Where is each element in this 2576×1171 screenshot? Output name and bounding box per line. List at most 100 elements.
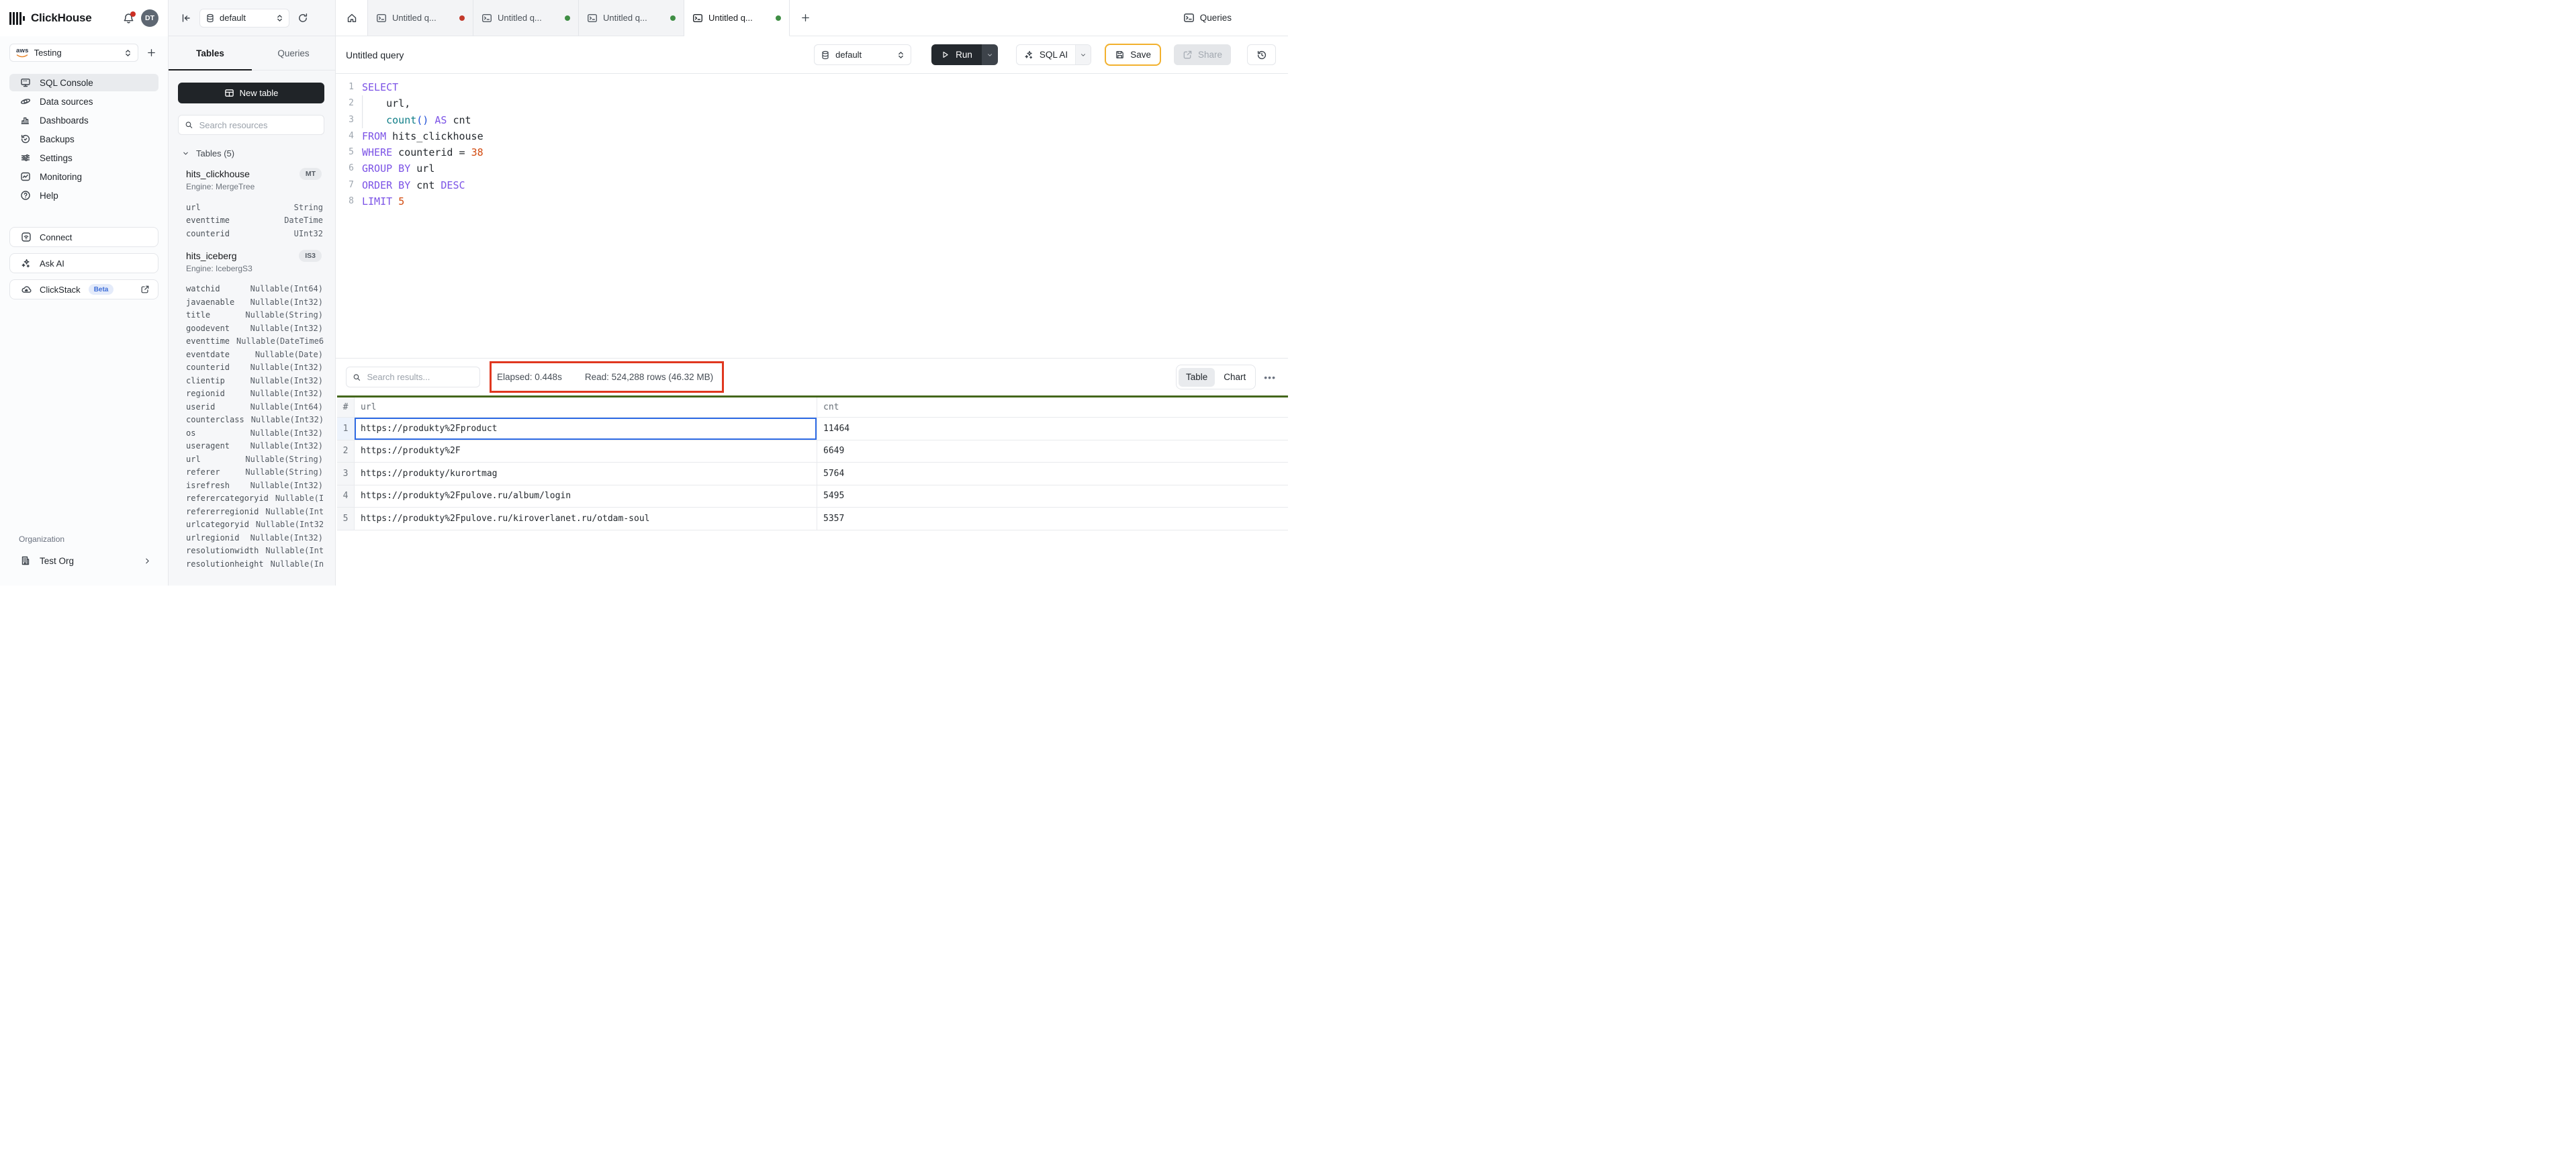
column-row[interactable]: useragentNullable(Int32): [178, 440, 324, 453]
cnt-cell[interactable]: 5357: [817, 508, 1288, 530]
column-row[interactable]: counteridUInt32: [178, 227, 324, 240]
column-row[interactable]: refererNullable(String): [178, 466, 324, 479]
column-row[interactable]: javaenableNullable(Int32): [178, 295, 324, 309]
cnt-column-header[interactable]: cnt: [817, 397, 1288, 417]
column-row[interactable]: watchidNullable(Int64): [178, 283, 324, 296]
run-options-button[interactable]: [982, 44, 998, 65]
workspace-selector[interactable]: aws Testing: [9, 44, 138, 62]
sql-ai-button[interactable]: SQL AI: [1016, 44, 1091, 65]
query-tab[interactable]: Untitled q...: [579, 0, 684, 36]
sidebar-item-help[interactable]: Help: [9, 187, 158, 204]
resource-search[interactable]: [178, 115, 324, 135]
clickstack-button[interactable]: ClickStack Beta: [9, 279, 158, 299]
sidebar-item-backups[interactable]: Backups: [9, 130, 158, 148]
column-row[interactable]: urlNullable(String): [178, 453, 324, 466]
url-column-header[interactable]: url: [355, 397, 817, 417]
column-row[interactable]: referercategoryidNullable(I: [178, 492, 324, 506]
url-cell[interactable]: https://produkty%2Fproduct: [355, 418, 817, 440]
tab-tables[interactable]: Tables: [169, 36, 252, 70]
cnt-cell[interactable]: 11464: [817, 418, 1288, 440]
sidebar-item-sql-console[interactable]: SQL Console: [9, 74, 158, 91]
cnt-cell[interactable]: 5495: [817, 485, 1288, 508]
table-row[interactable]: hits_iceberg IS3: [178, 250, 324, 262]
index-column-header[interactable]: #: [337, 397, 355, 417]
code-line[interactable]: 7ORDER BY cnt DESC: [342, 177, 1288, 193]
column-row[interactable]: eventtimeDateTime: [178, 214, 324, 228]
more-options-button[interactable]: •••: [1264, 372, 1276, 383]
column-row[interactable]: resolutionwidthNullable(Int: [178, 545, 324, 558]
new-table-button[interactable]: New table: [178, 83, 324, 103]
column-row[interactable]: eventdateNullable(Date): [178, 348, 324, 361]
notifications-button[interactable]: [123, 13, 134, 24]
table-entry-hits-iceberg: hits_iceberg IS3 Engine: IcebergS3 watch…: [178, 250, 324, 571]
sql-editor[interactable]: 1SELECT2 url,3 count() AS cnt4FROM hits_…: [336, 74, 1288, 358]
query-history-button[interactable]: [1247, 44, 1276, 65]
results-search[interactable]: [346, 367, 480, 387]
column-row[interactable]: resolutionheightNullable(In: [178, 557, 324, 571]
connect-button[interactable]: Connect: [9, 227, 158, 247]
query-title[interactable]: Untitled query: [346, 50, 404, 60]
tables-section-header[interactable]: Tables (5): [178, 148, 324, 158]
column-row[interactable]: counteridNullable(Int32): [178, 361, 324, 375]
code-line[interactable]: 1SELECT: [342, 79, 1288, 95]
sql-ai-options-button[interactable]: [1075, 45, 1091, 64]
column-row[interactable]: refererregionidNullable(Int: [178, 505, 324, 518]
code-line[interactable]: 2 url,: [342, 95, 1288, 111]
column-row[interactable]: regionidNullable(Int32): [178, 387, 324, 401]
column-row[interactable]: clientipNullable(Int32): [178, 374, 324, 387]
organization-row[interactable]: Test Org: [9, 551, 158, 571]
table-row[interactable]: 4https://produkty%2Fpulove.ru/album/logi…: [337, 485, 1288, 508]
column-row[interactable]: useridNullable(Int64): [178, 400, 324, 414]
share-button[interactable]: Share: [1174, 44, 1231, 65]
refresh-icon[interactable]: [297, 13, 308, 24]
table-row[interactable]: hits_clickhouse MT: [178, 168, 324, 180]
cnt-cell[interactable]: 5764: [817, 463, 1288, 485]
url-cell[interactable]: https://produkty%2F: [355, 440, 817, 463]
view-table-button[interactable]: Table: [1179, 368, 1215, 387]
home-button[interactable]: [336, 0, 368, 36]
column-row[interactable]: urlcategoryidNullable(Int32: [178, 518, 324, 532]
ask-ai-button[interactable]: Ask AI: [9, 253, 158, 273]
view-chart-button[interactable]: Chart: [1216, 368, 1253, 387]
database-selector[interactable]: default: [199, 9, 289, 28]
column-row[interactable]: goodeventNullable(Int32): [178, 322, 324, 335]
code-line[interactable]: 6GROUP BY url: [342, 160, 1288, 177]
code-line[interactable]: 8LIMIT 5: [342, 193, 1288, 209]
sidebar-item-dashboards[interactable]: Dashboards: [9, 111, 158, 129]
tab-queries[interactable]: Queries: [252, 36, 335, 70]
add-service-button[interactable]: [144, 46, 158, 60]
avatar[interactable]: DT: [141, 9, 158, 27]
sidebar-item-settings[interactable]: Settings: [9, 149, 158, 167]
cnt-cell[interactable]: 6649: [817, 440, 1288, 463]
query-tab[interactable]: Untitled q...: [473, 0, 579, 36]
results-search-input[interactable]: [365, 371, 473, 383]
resource-search-input[interactable]: [198, 120, 318, 131]
save-button[interactable]: Save: [1105, 44, 1161, 66]
sidebar-item-data-sources[interactable]: Data sources: [9, 93, 158, 110]
url-cell[interactable]: https://produkty%2Fpulove.ru/kiroverlane…: [355, 508, 817, 530]
table-row[interactable]: 5https://produkty%2Fpulove.ru/kiroverlan…: [337, 508, 1288, 530]
query-tab[interactable]: Untitled q...: [684, 0, 790, 36]
column-row[interactable]: urlregionidNullable(Int32): [178, 531, 324, 545]
sidebar-item-monitoring[interactable]: Monitoring: [9, 168, 158, 185]
code-line[interactable]: 3 count() AS cnt: [342, 112, 1288, 128]
new-tab-button[interactable]: [790, 0, 821, 36]
collapse-sidebar-icon[interactable]: [181, 13, 191, 24]
table-row[interactable]: 3https://produkty/kurortmag5764: [337, 463, 1288, 485]
code-line[interactable]: 4FROM hits_clickhouse: [342, 128, 1288, 144]
column-row[interactable]: counterclassNullable(Int32): [178, 414, 324, 427]
query-tab[interactable]: Untitled q...: [368, 0, 473, 36]
table-row[interactable]: 1https://produkty%2Fproduct11464: [337, 418, 1288, 440]
run-button[interactable]: Run: [931, 44, 998, 65]
editor-database-selector[interactable]: default: [814, 44, 911, 65]
url-cell[interactable]: https://produkty/kurortmag: [355, 463, 817, 485]
column-row[interactable]: osNullable(Int32): [178, 426, 324, 440]
column-row[interactable]: urlString: [178, 201, 324, 214]
column-row[interactable]: titleNullable(String): [178, 309, 324, 322]
column-row[interactable]: eventtimeNullable(DateTime6: [178, 335, 324, 348]
table-row[interactable]: 2https://produkty%2F6649: [337, 440, 1288, 463]
code-line[interactable]: 5WHERE counterid = 38: [342, 144, 1288, 160]
url-cell[interactable]: https://produkty%2Fpulove.ru/album/login: [355, 485, 817, 508]
column-row[interactable]: isrefreshNullable(Int32): [178, 479, 324, 492]
queries-button[interactable]: Queries: [1183, 0, 1232, 36]
